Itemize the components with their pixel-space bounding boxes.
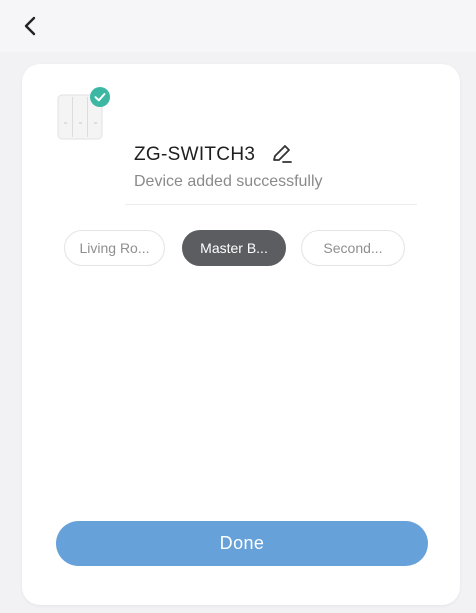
- device-status-text: Device added successfully: [134, 173, 323, 190]
- pencil-icon: [270, 141, 294, 170]
- device-image: [52, 77, 126, 151]
- room-chip-master-bedroom[interactable]: Master B...: [182, 230, 286, 266]
- room-chip-second-bedroom[interactable]: Second...: [301, 230, 405, 266]
- chevron-left-icon: [22, 15, 38, 42]
- edit-name-button[interactable]: [269, 142, 295, 168]
- check-circle-icon: [89, 86, 111, 113]
- top-bar: [0, 0, 476, 52]
- device-added-card: ZG-SWITCH3 Device added successfully Liv…: [22, 64, 460, 605]
- done-button[interactable]: Done: [56, 521, 428, 566]
- device-name: ZG-SWITCH3: [134, 144, 256, 165]
- divider: [125, 204, 417, 205]
- back-button[interactable]: [16, 14, 44, 42]
- device-name-row: ZG-SWITCH3: [134, 141, 295, 169]
- room-chip-living-room[interactable]: Living Ro...: [64, 230, 165, 266]
